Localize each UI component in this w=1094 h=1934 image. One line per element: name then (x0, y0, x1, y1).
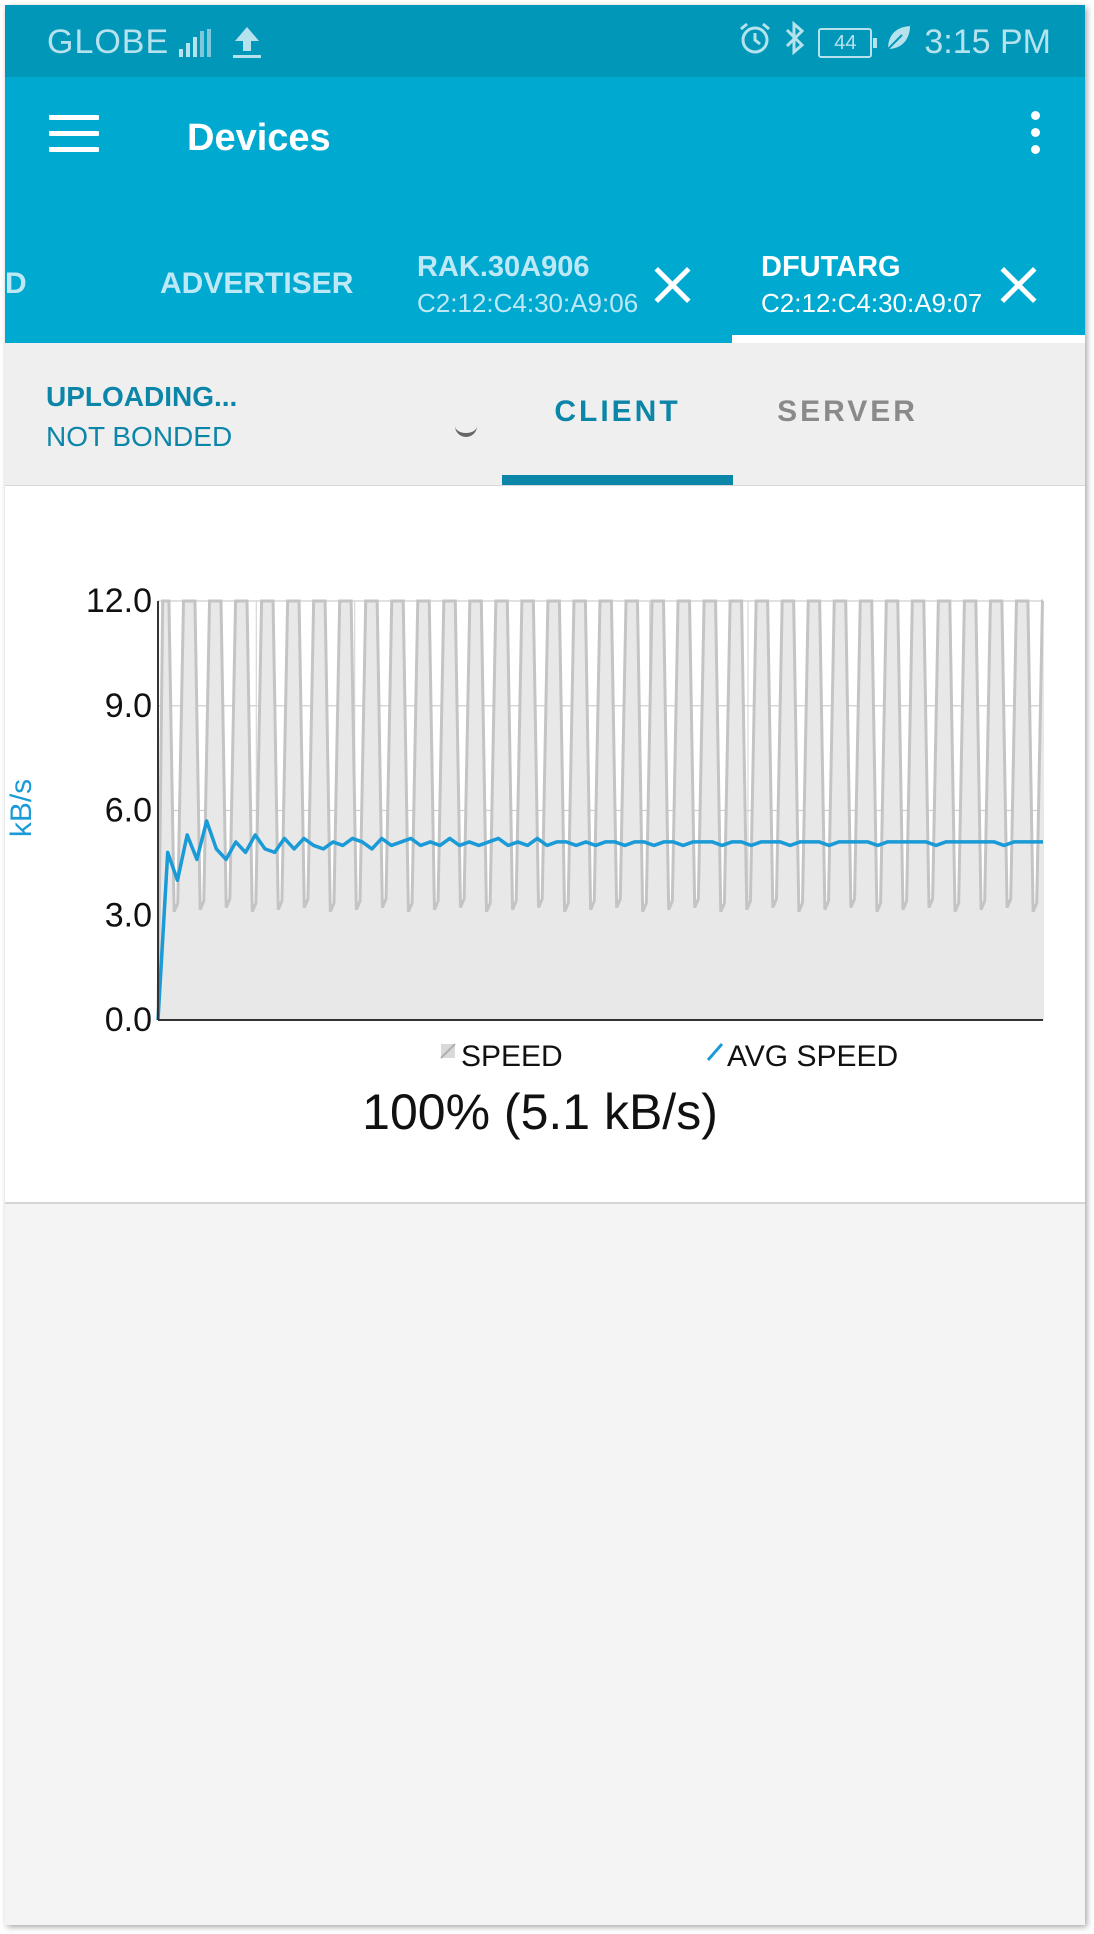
connection-info-bar: UPLOADING... NOT BONDED CLIENT SERVER (5, 343, 1085, 486)
device-tab-indicator (732, 335, 1085, 343)
device-tab-rak[interactable]: RAK.30A906 C2:12:C4:30:A9:06 (417, 251, 638, 319)
chart-legend: SPEED AVG SPEED (440, 1040, 898, 1073)
upload-progress-text: 100% (5.1 kB/s) (362, 1084, 718, 1140)
device-tab-partial[interactable]: D (5, 267, 27, 301)
page-title: Devices (187, 117, 331, 159)
battery-level: 44 (834, 31, 857, 54)
device-tab-address: C2:12:C4:30:A9:07 (761, 288, 983, 318)
battery-icon: 44 (818, 27, 878, 58)
status-right-icons: 44 3:15 PM (738, 20, 1051, 64)
y-tick-labels: 12.0 9.0 6.0 3.0 0.0 (86, 582, 152, 1039)
device-tab-strip: D ADVERTISER RAK.30A906 C2:12:C4:30:A9:0… (5, 199, 1085, 343)
legend-avg-swatch (706, 1043, 724, 1061)
clock-time: 3:15 PM (924, 23, 1051, 61)
legend-avg-label: AVG SPEED (727, 1040, 898, 1073)
scroll-hint-icon (455, 423, 477, 437)
close-icon[interactable] (653, 265, 691, 303)
leaf-icon (884, 23, 912, 62)
phone-screen: GLOBE 44 3:15 PM Devices D ADVERTISER RA… (5, 5, 1085, 1925)
speed-chart-card: 12.0 9.0 6.0 3.0 0.0 kB/s SPEED AVG SPEED 10… (5, 486, 1085, 1204)
upload-arrow-icon (231, 25, 263, 68)
y-tick-label: 9.0 (105, 687, 152, 725)
y-tick-label: 12.0 (86, 582, 152, 620)
status-bar: GLOBE 44 3:15 PM (5, 5, 1085, 77)
bond-state: NOT BONDED (46, 421, 233, 452)
y-tick-label: 6.0 (105, 792, 152, 830)
role-tab-indicator (502, 475, 733, 485)
y-tick-label: 3.0 (105, 896, 152, 934)
hamburger-menu-icon[interactable] (49, 115, 99, 159)
close-icon[interactable] (999, 265, 1037, 303)
tab-server[interactable]: SERVER (732, 395, 963, 429)
y-axis-label: kB/s (5, 779, 38, 837)
y-tick-label: 0.0 (105, 1001, 152, 1039)
device-tab-dfutarg[interactable]: DFUTARG C2:12:C4:30:A9:07 (761, 251, 982, 319)
speed-series (156, 599, 1044, 1021)
signal-bars-icon (179, 27, 215, 66)
device-tab-name: RAK.30A906 (417, 251, 590, 283)
bluetooth-icon (784, 20, 806, 64)
legend-speed-label: SPEED (461, 1040, 563, 1073)
device-tab-name: DFUTARG (761, 251, 901, 283)
app-bar: Devices (5, 77, 1085, 199)
overflow-menu-icon[interactable] (1031, 111, 1041, 161)
carrier-name: GLOBE (47, 23, 170, 61)
connection-state: UPLOADING... (46, 381, 238, 412)
device-tab-address: C2:12:C4:30:A9:06 (417, 288, 639, 318)
alarm-clock-icon (738, 21, 772, 64)
tab-client[interactable]: CLIENT (502, 395, 733, 429)
device-tab-advertiser[interactable]: ADVERTISER (160, 267, 353, 301)
